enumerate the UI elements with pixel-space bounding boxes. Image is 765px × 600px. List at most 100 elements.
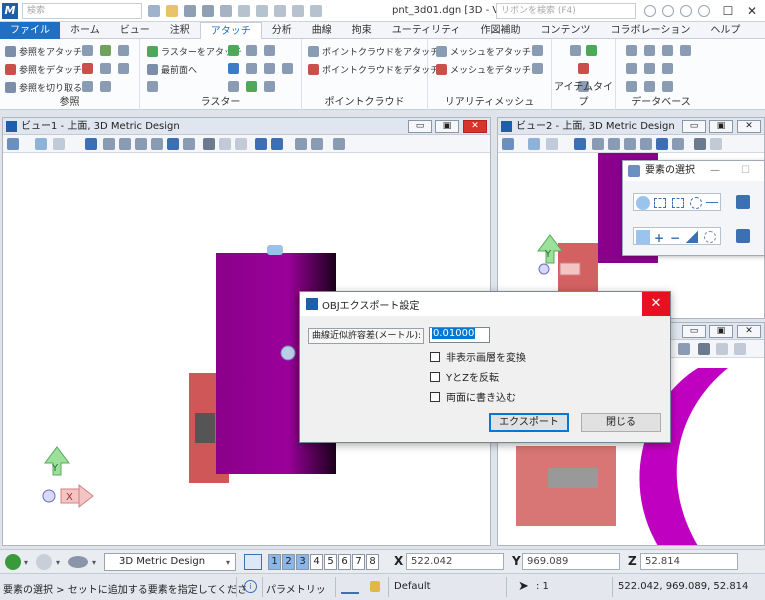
window-area-icon[interactable] [624,138,636,150]
view-toggle-1[interactable]: 1 [268,554,281,570]
bring-to-front-button[interactable]: 最前面へ [147,63,197,76]
view-arrange-icon[interactable] [244,554,262,570]
display-style-icon[interactable] [528,138,540,150]
view-1-restore-button[interactable]: ▣ [435,120,459,133]
convert-hidden-levels-checkbox[interactable]: 非表示画層を変換 [430,349,526,364]
raster-tool-icon[interactable] [246,63,257,74]
raster-tool-icon[interactable] [246,45,257,56]
attach-pointcloud-button[interactable]: ポイントクラウドをアタッチ [308,45,439,58]
tab-drawing-aids[interactable]: 作図補助 [471,22,531,39]
save-settings-icon[interactable] [202,5,214,17]
fit-view-icon[interactable] [640,138,652,150]
next-view-icon[interactable] [271,138,283,150]
export-button[interactable]: エクスポート [489,413,569,432]
ref-tool-icon[interactable] [118,45,129,56]
microstation-logo-icon[interactable]: M [2,3,18,19]
database-tool-icon[interactable] [644,45,655,56]
view-toggle-3[interactable]: 3 [296,554,309,570]
view-attributes-icon[interactable] [7,138,19,150]
raster-tool-icon[interactable] [228,81,239,92]
view-group-select[interactable]: 3D Metric Design [104,553,236,571]
view-1-close-button[interactable]: ✕ [463,120,487,133]
view-toggle-5[interactable]: 5 [324,554,337,570]
pan-view-icon[interactable] [672,138,684,150]
open-folder-icon[interactable] [166,5,178,17]
ref-tool-icon[interactable] [100,45,111,56]
invert-selection-icon[interactable] [686,231,698,243]
fly-icon[interactable] [716,343,728,355]
pin-icon[interactable] [292,5,304,17]
individual-select-icon[interactable] [636,196,650,210]
saved-views-dropdown-icon[interactable]: ▾ [92,558,96,567]
x-coord-input[interactable]: 522.042 [406,553,504,570]
tab-file[interactable]: ファイル [0,22,60,39]
attach-mesh-button[interactable]: メッシュをアタッチ [436,45,531,58]
rotate-view-icon[interactable] [656,138,668,150]
previous-view-icon[interactable] [255,138,267,150]
window-area-icon[interactable] [135,138,147,150]
database-tool-icon[interactable] [644,63,655,74]
checkbox-box[interactable] [430,351,440,362]
camera-icon[interactable] [235,138,247,150]
ref-tool-icon[interactable] [82,63,93,74]
y-coord-input[interactable]: 969.089 [522,553,620,570]
ref-tool-icon[interactable] [100,63,111,74]
view-toggle-6[interactable]: 6 [338,554,351,570]
detach-pointcloud-button[interactable]: ポイントクラウドをデタッチ [308,63,439,76]
detach-reference-button[interactable]: 参照をデタッチ [5,63,82,76]
clip-volume-icon[interactable] [295,138,307,150]
display-style-icon[interactable] [35,138,47,150]
subtract-selection-icon[interactable]: − [670,231,680,245]
mesh-tool-icon[interactable] [532,63,543,74]
item-type-icon[interactable] [570,45,581,56]
print-icon[interactable] [274,5,286,17]
view-1-titlebar[interactable]: ビュー1 - 上面, 3D Metric Design ▭ ▣ ✕ [3,118,490,135]
select-all-icon[interactable] [736,229,750,243]
database-tool-icon[interactable] [644,81,655,92]
active-level[interactable]: Default [394,581,431,592]
attach-reference-button[interactable]: 参照をアタッチ [5,45,82,58]
view-2-close-button[interactable]: ✕ [737,120,761,133]
view-toggle-7[interactable]: 7 [352,554,365,570]
tolerance-input[interactable]: 0.01000 [429,327,490,343]
notification-icon[interactable] [644,5,656,17]
view-toggle-2[interactable]: 2 [282,554,295,570]
fly-icon[interactable] [710,138,722,150]
clip-mask-icon[interactable] [311,138,323,150]
add-selection-icon[interactable]: + [654,231,664,245]
new-file-icon[interactable] [148,5,160,17]
accudraw-icon[interactable] [341,580,359,594]
zoom-in-icon[interactable] [103,138,115,150]
view-tool-icon[interactable] [333,138,345,150]
view-3-restore-button[interactable]: ▣ [709,325,733,338]
view-2-titlebar[interactable]: ビュー2 - 上面, 3D Metric Design ▭ ▣ ✕ [498,118,764,135]
ribbon-search-input[interactable]: リボンを検索 (F4) [496,3,636,19]
checkbox-box[interactable] [430,391,440,402]
tab-attach[interactable]: アタッチ [199,22,262,39]
view-toggle-4[interactable]: 4 [310,554,323,570]
close-window-button[interactable]: ✕ [740,2,764,20]
view-3-minimize-button[interactable]: ▭ [682,325,706,338]
ref-tool-icon[interactable] [82,81,93,92]
item-type-icon[interactable] [578,63,589,74]
lighting-icon[interactable] [53,138,65,150]
zoom-out-icon[interactable] [119,138,131,150]
pan-view-icon[interactable] [183,138,195,150]
update-view-icon[interactable] [85,138,97,150]
line-select-icon[interactable] [706,202,718,203]
selection-tool-minimize-button[interactable]: — [710,161,720,181]
cursor-icon[interactable] [310,5,322,17]
lock-icon[interactable] [370,581,380,592]
raster-tool-icon[interactable] [264,63,275,74]
camera-icon[interactable] [734,343,746,355]
parametric-status[interactable]: パラメトリッ [266,581,326,596]
raster-tool-icon[interactable] [228,45,239,56]
walk-icon[interactable] [698,343,710,355]
detach-mesh-button[interactable]: メッシュをデタッチ [436,63,531,76]
view-3-close-button[interactable]: ✕ [737,325,761,338]
item-type-icon[interactable] [586,45,597,56]
write-double-sided-checkbox[interactable]: 両面に書き込む [430,389,516,404]
fly-icon[interactable] [219,138,231,150]
database-tool-icon[interactable] [662,45,673,56]
view-toggle-8[interactable]: 8 [366,554,379,570]
